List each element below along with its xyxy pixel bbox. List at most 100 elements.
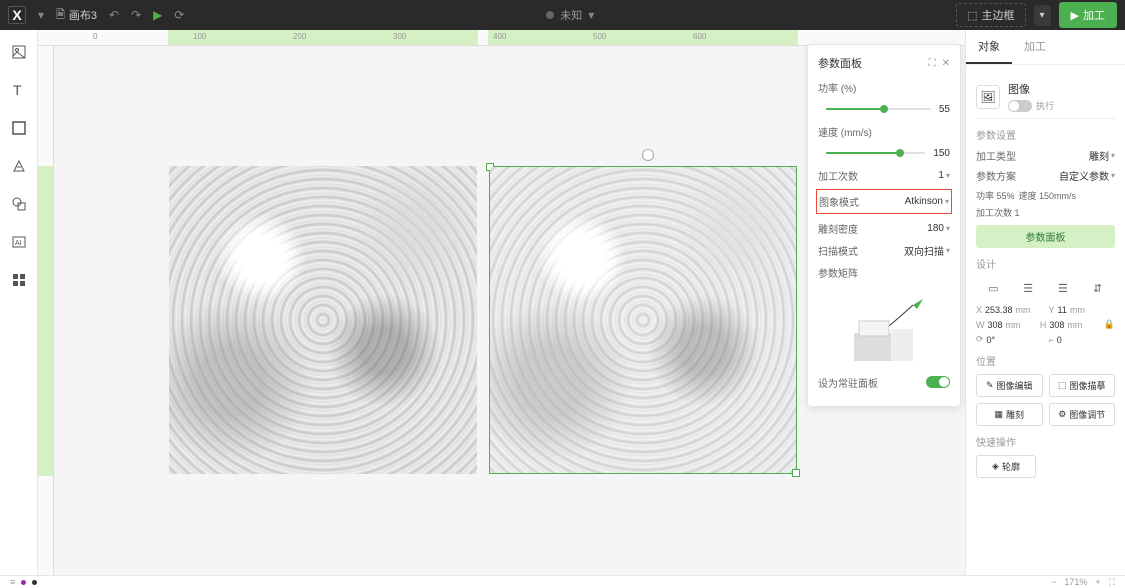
text-tool[interactable]: T [9, 80, 29, 100]
canvas-image-1[interactable] [169, 166, 477, 474]
bounding-box-button[interactable]: ⬚ 主边框 [956, 3, 1025, 27]
engrave-button[interactable]: ▦雕刻 [976, 403, 1043, 426]
section-params: 参数设置 [976, 127, 1115, 142]
doc-name: 画布3 [69, 7, 97, 23]
svg-text:T: T [13, 82, 22, 98]
x-input[interactable]: 253.38 [985, 305, 1013, 315]
process-button[interactable]: ▶ 加工 [1059, 2, 1117, 28]
layers-icon[interactable]: ≡ [10, 577, 15, 587]
image-mode-label: 图象模式 [819, 194, 859, 209]
status-dot-black[interactable] [32, 580, 37, 585]
align-right-icon[interactable]: ☰ [1054, 279, 1072, 297]
y-input[interactable]: 11 [1058, 305, 1067, 315]
default-panel-toggle[interactable] [926, 376, 950, 388]
flip-icon[interactable]: ⇵ [1089, 279, 1107, 297]
rect-tool[interactable] [9, 118, 29, 138]
param-scheme-label: 参数方案 [976, 168, 1016, 183]
tool-sidebar: T AI [0, 30, 38, 575]
apps-tool[interactable] [9, 270, 29, 290]
adjust-icon: ⚙ [1058, 409, 1066, 420]
default-panel-label: 设为常驻面板 [818, 375, 878, 390]
process-type-label: 加工类型 [976, 148, 1016, 163]
properties-sidebar: 对象 加工 🖼 图像 执行 参数设置 加工类型 雕刻▾ 参数方案 自定义参数▾ 功率… [965, 30, 1125, 575]
section-position: 位置 [976, 353, 1115, 368]
power-value[interactable]: 55 [939, 104, 950, 115]
tab-object[interactable]: 对象 [966, 30, 1012, 64]
density-label: 雕刻密度 [818, 221, 858, 236]
image-mode-select[interactable]: Atkinson▾ [905, 196, 949, 207]
align-center-icon[interactable]: ☰ [1019, 279, 1037, 297]
object-type: 图像 [1008, 81, 1054, 97]
edit-icon: ✎ [986, 380, 994, 391]
pen-tool[interactable] [9, 156, 29, 176]
execute-toggle[interactable] [1008, 100, 1032, 112]
corner-input[interactable]: 0 [1057, 335, 1062, 345]
process-type-value[interactable]: 雕刻▾ [1089, 148, 1115, 163]
section-design: 设计 [976, 256, 1115, 271]
fit-icon[interactable]: ⛶ [1109, 577, 1115, 588]
power-label: 功率 (%) [818, 80, 856, 95]
bounding-dropdown[interactable]: ▾ [1034, 5, 1051, 26]
section-quick: 快速操作 [976, 434, 1115, 449]
execute-label: 执行 [1036, 99, 1054, 112]
lock-aspect-icon[interactable]: 🔒 [1104, 319, 1115, 330]
image-adjust-button[interactable]: ⚙图像调节 [1049, 403, 1116, 426]
bounding-icon: ⬚ [967, 9, 977, 22]
expand-icon[interactable]: ⛶ [929, 58, 936, 69]
open-param-panel-button[interactable]: 参数面板 [976, 225, 1115, 248]
scan-label: 扫描模式 [818, 243, 858, 258]
status-dot-purple[interactable] [21, 580, 26, 585]
align-left-icon[interactable]: ▭ [984, 279, 1002, 297]
speed-slider[interactable] [826, 152, 925, 154]
image-tool[interactable] [9, 42, 29, 62]
matrix-label[interactable]: 参数矩阵 [818, 265, 858, 280]
scan-select[interactable]: 双向扫描▾ [904, 243, 950, 258]
chip-pass: 加工次数 1 [976, 206, 1020, 219]
pass-value[interactable]: 1▾ [938, 170, 950, 181]
chevron-down-icon: ▾ [588, 8, 594, 22]
shape-tool[interactable] [9, 194, 29, 214]
trace-icon: ⬚ [1058, 380, 1067, 391]
zoom-level[interactable]: 171% [1064, 577, 1087, 587]
chip-speed: 速度 150mm/s [1019, 189, 1077, 202]
topbar: X ▾ 🗎 画布3 ↶ ↷ ▶ ⟳ 未知 ▾ ⬚ 主边框 ▾ ▶ 加工 [0, 0, 1125, 30]
image-type-icon: 🖼 [976, 85, 1000, 109]
ruler-vertical [38, 46, 54, 575]
param-scheme-value[interactable]: 自定义参数▾ [1059, 168, 1115, 183]
outline-button[interactable]: ◈轮廓 [976, 455, 1036, 478]
svg-text:AI: AI [15, 240, 22, 247]
tab-process[interactable]: 加工 [1012, 30, 1058, 64]
redo-icon[interactable]: ↷ [131, 8, 141, 22]
speed-label: 速度 (mm/s) [818, 124, 872, 139]
zoom-in-icon[interactable]: + [1095, 577, 1100, 587]
undo-icon[interactable]: ↶ [109, 8, 119, 22]
statusbar: ≡ − 171% + ⛶ [0, 575, 1125, 588]
app-logo[interactable]: X [8, 6, 26, 24]
status-text: 未知 [560, 7, 582, 23]
outline-icon: ◈ [992, 461, 999, 472]
origin-marker[interactable] [642, 149, 654, 161]
play-icon[interactable]: ▶ [153, 8, 162, 22]
chevron-down-icon[interactable]: ▾ [38, 8, 44, 22]
document-tab[interactable]: 🗎 画布3 [56, 6, 97, 25]
h-input[interactable]: 308 [1049, 320, 1064, 330]
close-icon[interactable]: ✕ [942, 58, 950, 69]
refresh-icon[interactable]: ⟳ [174, 8, 184, 22]
density-value[interactable]: 180▾ [927, 223, 950, 234]
power-slider[interactable] [826, 108, 931, 110]
rotation-input[interactable]: 0° [987, 335, 996, 345]
image-edit-button[interactable]: ✎图像编辑 [976, 374, 1043, 397]
panel-title: 参数面板 [818, 55, 862, 71]
image-trace-button[interactable]: ⬚图像描摹 [1049, 374, 1116, 397]
chip-power: 功率 55% [976, 189, 1015, 202]
speed-value[interactable]: 150 [933, 148, 950, 159]
connection-status[interactable]: 未知 ▾ [546, 7, 594, 23]
status-dot-icon [546, 11, 554, 19]
ai-tool[interactable]: AI [9, 232, 29, 252]
canvas-image-2[interactable] [489, 166, 797, 474]
illustration [818, 288, 950, 368]
param-panel: 参数面板 ⛶ ✕ 功率 (%) 55 速度 (mm/s) 150 加工次数1▾ … [807, 44, 961, 407]
zoom-out-icon[interactable]: − [1051, 577, 1056, 587]
w-input[interactable]: 308 [988, 320, 1003, 330]
pass-label: 加工次数 [818, 168, 858, 183]
